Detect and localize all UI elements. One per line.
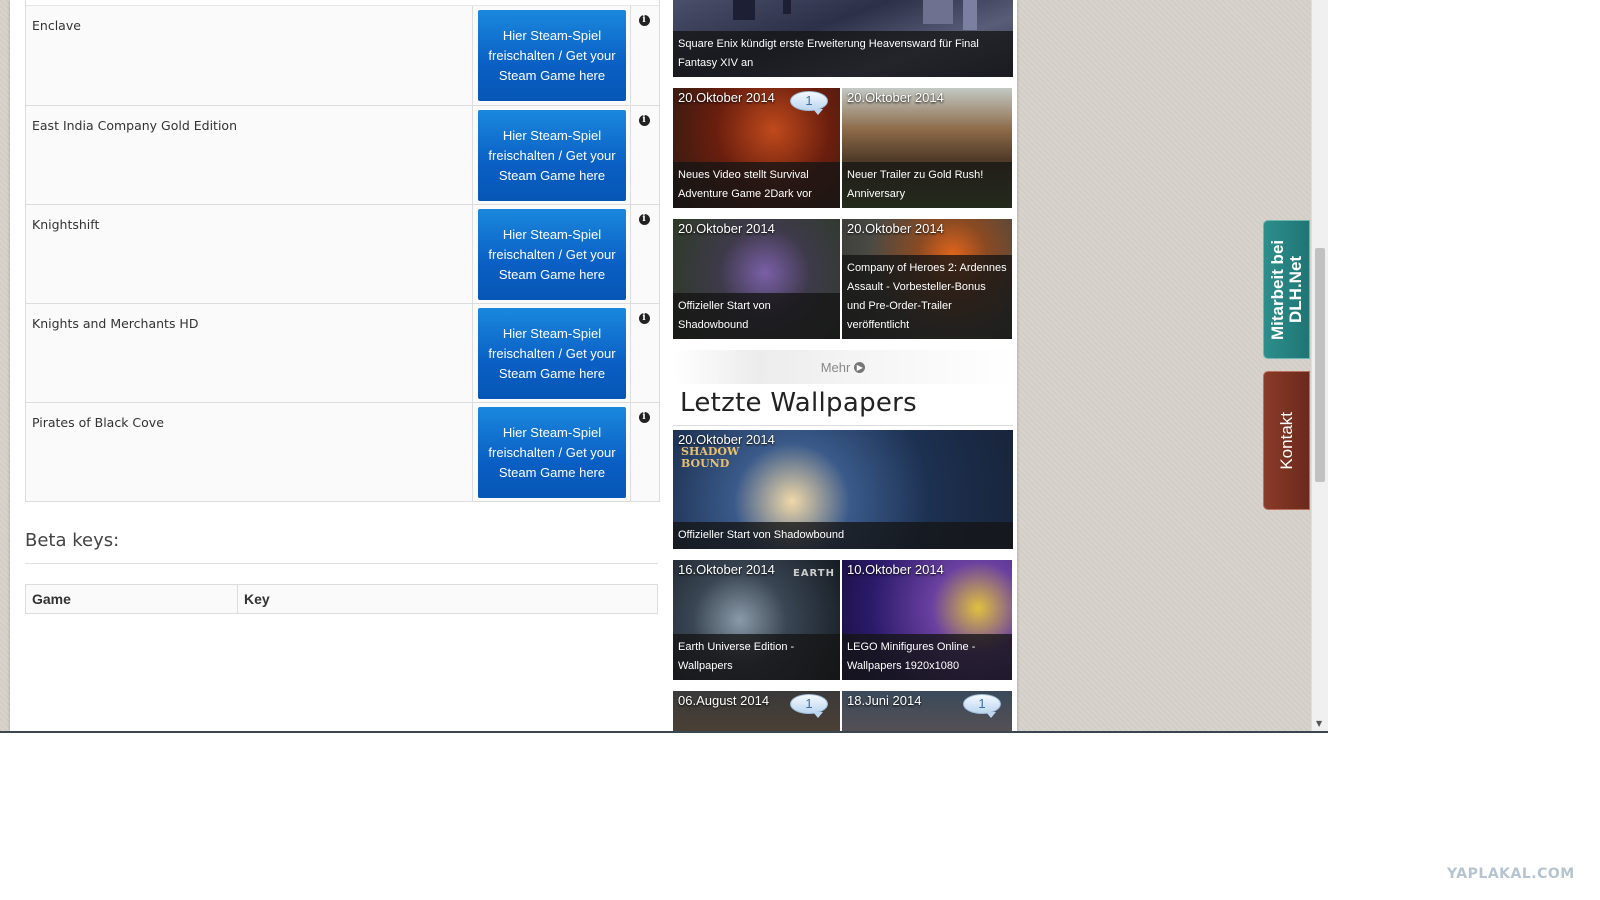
info-icon[interactable]: i [638,15,650,26]
wallpaper-tile[interactable]: 06.August 2014 1 [673,691,840,731]
game-name: Enclave [26,6,473,105]
tile-date: 20.Oktober 2014 [678,221,775,236]
tile-date: 20.Oktober 2014 [678,90,775,105]
info-icon[interactable]: i [638,313,650,324]
get-steam-game-button[interactable]: Hier Steam-Spiel freischalten / Get your… [478,110,626,201]
tile-date: 10.Oktober 2014 [847,562,944,577]
steam-games-table: Enclave Hier Steam-Spiel freischalten / … [25,0,660,502]
tile-caption: LEGO Minifigures Online - Wallpapers 192… [842,634,1012,680]
game-name: Knightshift [26,205,473,303]
news-tile-featured[interactable]: Square Enix kündigt erste Erweiterung He… [673,0,1013,77]
table-row: Pirates of Black Cove Hier Steam-Spiel f… [26,402,659,501]
scroll-down-arrow-icon[interactable]: ▼ [1316,719,1322,728]
tile-date: 20.Oktober 2014 [678,432,775,447]
tile-date: 20.Oktober 2014 [847,90,944,105]
vertical-scrollbar[interactable]: ▼ [1311,0,1328,731]
wallpapers-heading: Letzte Wallpapers [680,388,918,418]
news-tile[interactable]: 20.Oktober 2014 Company of Heroes 2: Ard… [842,219,1012,339]
tile-caption: Earth Universe Edition - Wallpapers [673,634,840,680]
more-link[interactable]: Mehr ▶ [673,350,1013,384]
tile-caption: Company of Heroes 2: Ardennes Assault - … [842,255,1012,339]
table-row: East India Company Gold Edition Hier Ste… [26,105,659,204]
tile-date: 06.August 2014 [678,693,770,708]
news-tile[interactable]: 20.Oktober 2014 1 Neues Video stellt Sur… [673,88,840,208]
tile-caption: Offizieller Start von Shadowbound [673,293,840,339]
news-tile[interactable]: 20.Oktober 2014 Offizieller Start von Sh… [673,219,840,339]
comment-count-badge: 1 [963,694,1001,718]
kontakt-side-tab[interactable]: Kontakt [1263,371,1310,510]
table-row: Knightshift Hier Steam-Spiel freischalte… [26,204,659,303]
wallpaper-tile[interactable]: 10.Oktober 2014 LEGO Minifigures Online … [842,560,1012,680]
tile-caption: Offizieller Start von Shadowbound [673,522,1013,549]
tile-caption: Neuer Trailer zu Gold Rush! Anniversary [842,162,1012,208]
tile-caption: Square Enix kündigt erste Erweiterung He… [673,31,1013,77]
get-steam-game-button[interactable]: Hier Steam-Spiel freischalten / Get your… [478,10,626,101]
browser-viewport: Enclave Hier Steam-Spiel freischalten / … [0,0,1328,733]
news-tile[interactable]: 20.Oktober 2014 Neuer Trailer zu Gold Ru… [842,88,1012,208]
game-name: Pirates of Black Cove [26,403,473,501]
wallpaper-tile[interactable]: 18.Juni 2014 1 [842,691,1012,731]
get-steam-game-button[interactable]: Hier Steam-Spiel freischalten / Get your… [478,308,626,399]
get-steam-game-button[interactable]: Hier Steam-Spiel freischalten / Get your… [478,209,626,300]
wallpaper-tile[interactable]: EARTH 16.Oktober 2014 Earth Universe Edi… [673,560,840,680]
tile-date: 16.Oktober 2014 [678,562,775,577]
wallpaper-tile-featured[interactable]: SHADOW BOUND 20.Oktober 2014 Offizieller… [673,430,1013,549]
column-header-key: Key [244,591,270,607]
info-icon[interactable]: i [638,214,650,225]
get-steam-game-button[interactable]: Hier Steam-Spiel freischalten / Get your… [478,407,626,498]
divider [673,425,1013,426]
news-sidebar: Square Enix kündigt erste Erweiterung He… [668,0,1016,731]
site-watermark: YAPLAKAL.COM [1447,866,1575,882]
game-name: East India Company Gold Edition [26,106,473,204]
arrow-right-icon: ▶ [854,361,866,373]
divider [25,563,658,564]
game-logo: EARTH [792,568,835,579]
game-logo: SHADOW BOUND [681,445,740,470]
tile-date: 18.Juni 2014 [847,693,922,708]
comment-count-badge: 1 [790,694,828,718]
comment-count-badge: 1 [790,91,828,115]
table-row: Knights and Merchants HD Hier Steam-Spie… [26,303,659,402]
page-content: Enclave Hier Steam-Spiel freischalten / … [10,0,1017,731]
tile-caption: Neues Video stellt Survival Adventure Ga… [673,162,840,208]
info-icon[interactable]: i [638,115,650,126]
beta-keys-heading: Beta keys: [25,530,120,551]
mitarbeit-side-tab[interactable]: Mitarbeit bei DLH.Net [1263,220,1310,359]
game-name: Knights and Merchants HD [26,304,473,402]
beta-keys-table-header: Game Key [25,584,658,614]
scrollbar-thumb[interactable] [1315,248,1325,482]
column-header-game: Game [26,585,238,613]
tile-date: 20.Oktober 2014 [847,221,944,236]
info-icon[interactable]: i [638,412,650,423]
table-row: Enclave Hier Steam-Spiel freischalten / … [26,5,659,105]
